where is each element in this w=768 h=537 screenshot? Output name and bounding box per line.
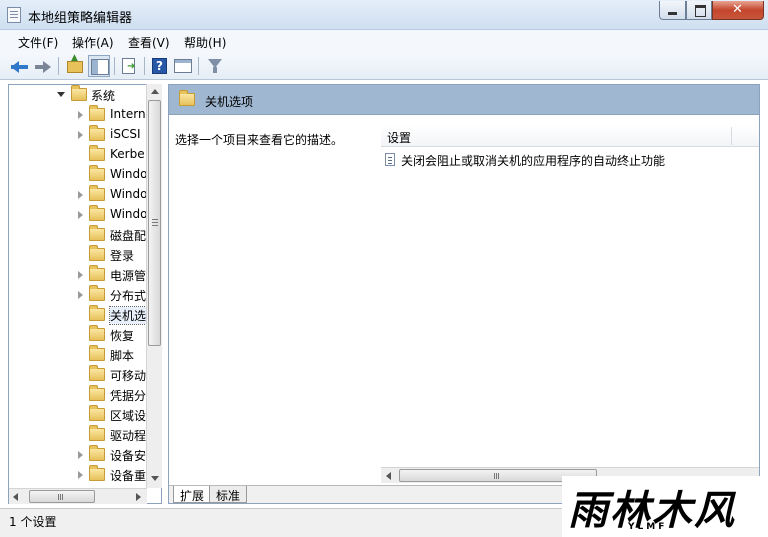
details-title: 关机选项 xyxy=(205,95,254,109)
folder-icon xyxy=(89,325,105,341)
folder-icon xyxy=(89,125,105,141)
scroll-up-icon[interactable] xyxy=(151,89,159,94)
column-header-setting[interactable]: 设置 xyxy=(381,125,759,147)
setting-row[interactable]: 关闭会阻止或取消关机的应用程序的自动终止功能 xyxy=(381,149,759,169)
forward-arrow-icon xyxy=(43,61,51,73)
expand-arrow-icon[interactable] xyxy=(78,191,83,199)
tree-item[interactable]: Windo xyxy=(9,185,149,205)
details-pane: 关机选项 选择一个项目来查看它的描述。 设置 关闭会阻止或取消关机的应用程序的自… xyxy=(168,84,760,504)
expand-arrow-icon[interactable] xyxy=(78,291,83,299)
forward-button[interactable] xyxy=(32,55,54,77)
properties-button[interactable] xyxy=(172,55,194,77)
folder-icon xyxy=(179,90,195,106)
title-bar: 本地组策略编辑器 xyxy=(0,0,768,30)
folder-icon xyxy=(89,265,105,281)
tree-item[interactable]: 设备重 xyxy=(9,465,149,485)
tree-item[interactable]: 驱动程 xyxy=(9,425,149,445)
filter-icon xyxy=(208,59,222,73)
tree-vertical-scrollbar[interactable] xyxy=(146,84,162,488)
back-button[interactable] xyxy=(9,55,31,77)
minimize-button[interactable] xyxy=(659,1,686,20)
folder-up-icon xyxy=(67,53,83,73)
menu-help[interactable]: 帮助(H) xyxy=(184,34,226,51)
folder-icon xyxy=(71,85,87,101)
folder-icon xyxy=(89,205,105,221)
tree-item[interactable]: Windo xyxy=(9,165,149,185)
folder-icon xyxy=(89,365,105,381)
scroll-thumb[interactable] xyxy=(29,490,95,503)
folder-icon xyxy=(89,185,105,201)
tree-item[interactable]: 分布式 xyxy=(9,285,149,305)
expand-arrow-icon[interactable] xyxy=(78,471,83,479)
folder-icon xyxy=(89,405,105,421)
tree-item[interactable]: 电源管 xyxy=(9,265,149,285)
tree-item[interactable]: iSCSI xyxy=(9,125,149,145)
collapse-arrow-icon[interactable] xyxy=(57,92,65,97)
tab-standard[interactable]: 标准 xyxy=(209,486,248,503)
tree-item-shutdown-options[interactable]: 关机选 xyxy=(9,305,149,325)
tree-item[interactable]: 区域设 xyxy=(9,405,149,425)
menu-file[interactable]: 文件(F) xyxy=(18,34,58,51)
scroll-left-icon[interactable] xyxy=(386,472,391,480)
folder-icon xyxy=(89,225,105,241)
tree-item[interactable]: 设备安 xyxy=(9,445,149,465)
folder-icon xyxy=(89,465,105,481)
help-button[interactable]: ? xyxy=(148,55,170,77)
tree-item[interactable]: 可移动 xyxy=(9,365,149,385)
scroll-left-icon[interactable] xyxy=(13,493,18,501)
back-arrow-icon xyxy=(11,61,19,73)
tree-item[interactable]: Kerbe xyxy=(9,145,149,165)
scroll-right-icon[interactable] xyxy=(136,493,141,501)
expand-arrow-icon[interactable] xyxy=(78,131,83,139)
export-icon xyxy=(122,58,135,74)
properties-icon xyxy=(174,59,192,73)
export-list-button[interactable] xyxy=(118,55,140,77)
policy-setting-icon xyxy=(385,153,395,166)
folder-icon xyxy=(89,305,105,321)
tree-item[interactable]: Intern xyxy=(9,105,149,125)
expand-arrow-icon[interactable] xyxy=(78,271,83,279)
tree-item[interactable]: 脚本 xyxy=(9,345,149,365)
folder-icon xyxy=(89,245,105,261)
window-title: 本地组策略编辑器 xyxy=(28,11,133,26)
watermark-logo: 雨林木风 YLMF xyxy=(562,476,768,537)
details-header: 关机选项 xyxy=(169,85,759,115)
tree-item[interactable]: 磁盘配 xyxy=(9,225,149,245)
menu-action[interactable]: 操作(A) xyxy=(72,34,114,51)
tree-item[interactable]: 登录 xyxy=(9,245,149,265)
expand-arrow-icon[interactable] xyxy=(78,211,83,219)
up-level-button[interactable] xyxy=(64,53,86,77)
scroll-thumb[interactable] xyxy=(148,100,161,346)
folder-icon xyxy=(89,285,105,301)
tab-extended[interactable]: 扩展 xyxy=(173,486,212,503)
app-icon xyxy=(7,7,21,23)
maximize-button[interactable] xyxy=(686,1,712,20)
status-text: 1 个设置 xyxy=(9,515,57,529)
console-tree-icon xyxy=(91,59,109,75)
tree-item[interactable]: Windo xyxy=(9,205,149,225)
help-icon: ? xyxy=(152,58,167,74)
menu-bar: 文件(F) 操作(A) 查看(V) 帮助(H) xyxy=(0,30,768,52)
folder-icon xyxy=(89,385,105,401)
filter-button[interactable] xyxy=(204,55,226,77)
folder-icon xyxy=(89,345,105,361)
tree-item[interactable]: 恢复 xyxy=(9,325,149,345)
expand-arrow-icon[interactable] xyxy=(78,451,83,459)
description-text: 选择一个项目来查看它的描述。 xyxy=(175,133,344,147)
folder-icon xyxy=(89,105,105,121)
tree-item[interactable]: 凭据分 xyxy=(9,385,149,405)
show-hide-tree-button[interactable] xyxy=(88,55,110,77)
folder-icon xyxy=(89,445,105,461)
console-tree[interactable]: 系统 Intern iSCSI Kerbe Windo Windo Windo … xyxy=(8,84,162,504)
tree-item-system[interactable]: 系统 xyxy=(9,85,149,105)
folder-icon xyxy=(89,425,105,441)
toolbar: ? xyxy=(0,52,768,80)
close-button[interactable] xyxy=(712,1,764,20)
tree-horizontal-scrollbar[interactable] xyxy=(9,488,147,504)
menu-view[interactable]: 查看(V) xyxy=(128,34,170,51)
folder-icon xyxy=(89,145,105,161)
scroll-down-icon[interactable] xyxy=(151,476,159,481)
expand-arrow-icon[interactable] xyxy=(78,111,83,119)
folder-icon xyxy=(89,165,105,181)
